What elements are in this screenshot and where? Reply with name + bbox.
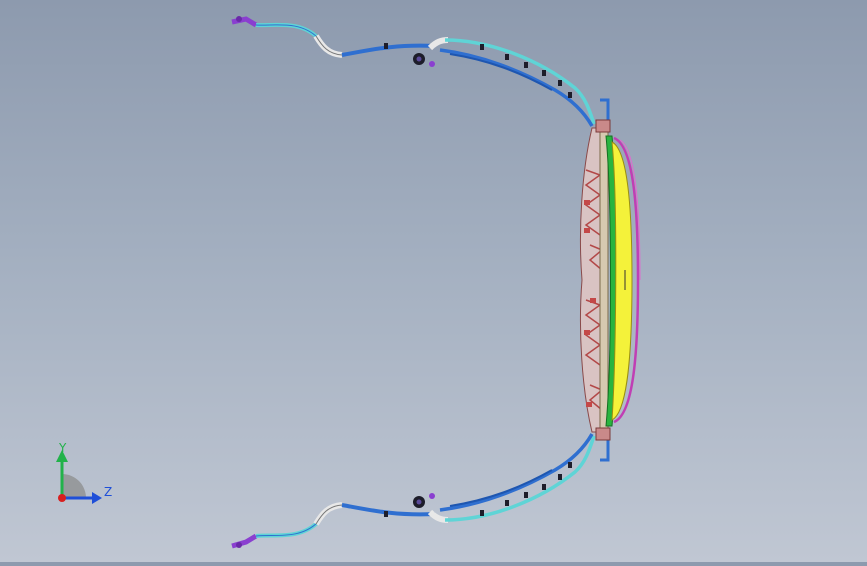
- triad-graphic: Y Z: [56, 441, 112, 504]
- triad-plane: [62, 474, 86, 498]
- lower-end-connector[interactable]: [231, 533, 258, 549]
- y-axis-label: Y: [58, 441, 67, 455]
- lower-white-sleeve[interactable]: [313, 502, 343, 526]
- view-orientation-triad[interactable]: Y Z: [48, 440, 120, 510]
- upper-white-sleeve[interactable]: [313, 34, 343, 58]
- upper-blue-hose-a[interactable]: [439, 48, 594, 127]
- upper-cyan-hose[interactable]: [444, 38, 596, 125]
- z-arrow: [92, 492, 102, 504]
- lower-blue-hose-a[interactable]: [439, 433, 594, 512]
- lower-cyan-hose[interactable]: [444, 435, 596, 522]
- z-axis-label: Z: [104, 485, 112, 499]
- top-tank: [595, 119, 611, 133]
- cad-viewport[interactable]: [0, 0, 867, 562]
- assembly-model[interactable]: [0, 0, 867, 562]
- upper-hose-assembly[interactable]: [231, 16, 610, 130]
- upper-clips: [384, 43, 572, 98]
- upper-end-connector[interactable]: [231, 16, 258, 28]
- cooling-module[interactable]: [579, 119, 641, 441]
- bottom-tank: [595, 427, 611, 441]
- lower-hose-assembly[interactable]: [231, 430, 610, 549]
- x-axis-dot: [58, 494, 66, 502]
- lower-clips: [384, 462, 572, 517]
